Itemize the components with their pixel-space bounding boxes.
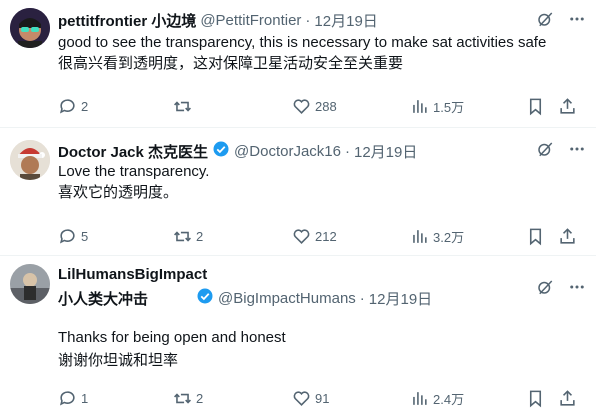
separator-dot: ·	[359, 289, 365, 307]
repost-button[interactable]	[173, 95, 196, 117]
tweet-line: Love the transparency.	[58, 163, 210, 180]
heart-icon	[293, 390, 310, 406]
reply-count: 5	[81, 228, 89, 244]
more-options-icon[interactable]	[568, 10, 586, 33]
repost-button[interactable]: 2	[173, 387, 203, 409]
reply-icon	[59, 390, 75, 406]
bookmark-button[interactable]	[526, 225, 545, 247]
tweet-top-actions	[536, 278, 586, 301]
bookmark-button[interactable]	[526, 95, 545, 117]
display-name-secondary[interactable]: 小人类大冲击	[58, 288, 148, 309]
repost-icon	[174, 392, 191, 404]
repost-count: 2	[196, 228, 204, 244]
bookmark-icon	[529, 228, 542, 245]
heart-icon	[293, 228, 310, 244]
reply-count: 2	[81, 98, 89, 114]
tweet-text: Love the transparency. 喜欢它的透明度。	[58, 161, 576, 203]
tweet[interactable]: pettitfrontier 小边境 @PettitFrontier · 12月…	[0, 0, 596, 128]
views-button[interactable]: 1.5万	[410, 95, 464, 117]
tweet-line: 喜欢它的透明度。	[58, 184, 179, 201]
reply-icon	[59, 228, 75, 244]
tweet[interactable]: LilHumansBigImpact 小人类大冲击 @BigImpactHuma…	[0, 256, 596, 420]
like-count: 288	[315, 98, 337, 114]
more-options-icon[interactable]	[568, 278, 586, 301]
reply-count: 1	[81, 390, 89, 406]
heart-icon	[293, 98, 310, 114]
display-name[interactable]: Doctor Jack 杰克医生	[58, 141, 208, 162]
views-button[interactable]: 2.4万	[410, 387, 464, 409]
header-second-line: 小人类大冲击 @BigImpactHumans · 12月19日	[58, 287, 432, 309]
repost-button[interactable]: 2	[173, 225, 203, 247]
avatar[interactable]	[10, 264, 50, 304]
separator-dot: ·	[344, 142, 350, 160]
tweet-line: Thanks for being open and honest	[58, 329, 286, 346]
reply-button[interactable]: 2	[58, 95, 88, 117]
tweet-header: pettitfrontier 小边境 @PettitFrontier · 12月…	[58, 10, 536, 31]
share-button[interactable]	[558, 387, 577, 409]
view-count: 3.2万	[433, 229, 465, 245]
grok-icon[interactable]	[536, 278, 554, 301]
share-icon	[560, 97, 575, 114]
share-icon	[560, 389, 575, 406]
view-count: 1.5万	[433, 99, 465, 115]
like-button[interactable]: 212	[292, 225, 337, 247]
repost-icon	[174, 230, 191, 242]
share-button[interactable]	[558, 225, 577, 247]
reply-button[interactable]: 1	[58, 387, 88, 409]
views-icon	[413, 229, 427, 243]
like-count: 91	[315, 390, 330, 406]
reply-button[interactable]: 5	[58, 225, 88, 247]
tweet-actions: 2 288 1.5万	[58, 95, 582, 117]
tweet-header: LilHumansBigImpact 小人类大冲击 @BigImpactHuma…	[58, 266, 536, 309]
tweet-date[interactable]: 12月19日	[314, 10, 377, 31]
like-count: 212	[315, 228, 337, 244]
verified-badge-icon	[212, 140, 230, 162]
views-button[interactable]: 3.2万	[410, 225, 464, 247]
avatar[interactable]	[10, 8, 50, 48]
repost-count: 2	[196, 390, 204, 406]
like-button[interactable]: 288	[292, 95, 337, 117]
more-options-icon[interactable]	[568, 140, 586, 163]
tweet-line: 很高兴看到透明度，这对保障卫星活动安全至关重要	[58, 55, 404, 72]
tweet-actions: 1 2 91 2.4万	[58, 387, 582, 409]
tweet[interactable]: Doctor Jack 杰克医生 @DoctorJack16 · 12月19日 …	[0, 128, 596, 256]
user-handle[interactable]: @BigImpactHumans	[218, 290, 356, 307]
tweet-header: Doctor Jack 杰克医生 @DoctorJack16 · 12月19日	[58, 140, 536, 162]
user-handle[interactable]: @DoctorJack16	[234, 143, 341, 160]
repost-icon	[174, 100, 191, 112]
avatar[interactable]	[10, 140, 50, 180]
tweet-text: Thanks for being open and honest 谢谢你坦诚和坦…	[58, 326, 576, 372]
tweet-top-actions	[536, 10, 586, 33]
grok-icon[interactable]	[536, 10, 554, 33]
tweet-actions: 5 2 212 3.2万	[58, 225, 582, 247]
grok-icon[interactable]	[536, 140, 554, 163]
like-button[interactable]: 91	[292, 387, 329, 409]
tweet-line: 谢谢你坦诚和坦率	[58, 352, 179, 369]
tweet-date[interactable]: 12月19日	[354, 141, 417, 162]
share-button[interactable]	[558, 95, 577, 117]
tweet-text: good to see the transparency, this is ne…	[58, 32, 576, 74]
bookmark-icon	[529, 390, 542, 407]
tweet-line: good to see the transparency, this is ne…	[58, 34, 547, 51]
display-name[interactable]: pettitfrontier 小边境	[58, 10, 196, 31]
share-icon	[560, 227, 575, 244]
bookmark-icon	[529, 98, 542, 115]
tweet-top-actions	[536, 140, 586, 163]
views-icon	[413, 99, 427, 113]
verified-badge-icon	[196, 287, 214, 309]
views-icon	[413, 391, 427, 405]
view-count: 2.4万	[433, 391, 465, 407]
tweet-date[interactable]: 12月19日	[369, 288, 432, 309]
reply-icon	[59, 98, 75, 114]
display-name[interactable]: LilHumansBigImpact	[58, 266, 207, 283]
separator-dot: ·	[305, 12, 311, 29]
user-handle[interactable]: @PettitFrontier	[200, 12, 301, 29]
bookmark-button[interactable]	[526, 387, 545, 409]
